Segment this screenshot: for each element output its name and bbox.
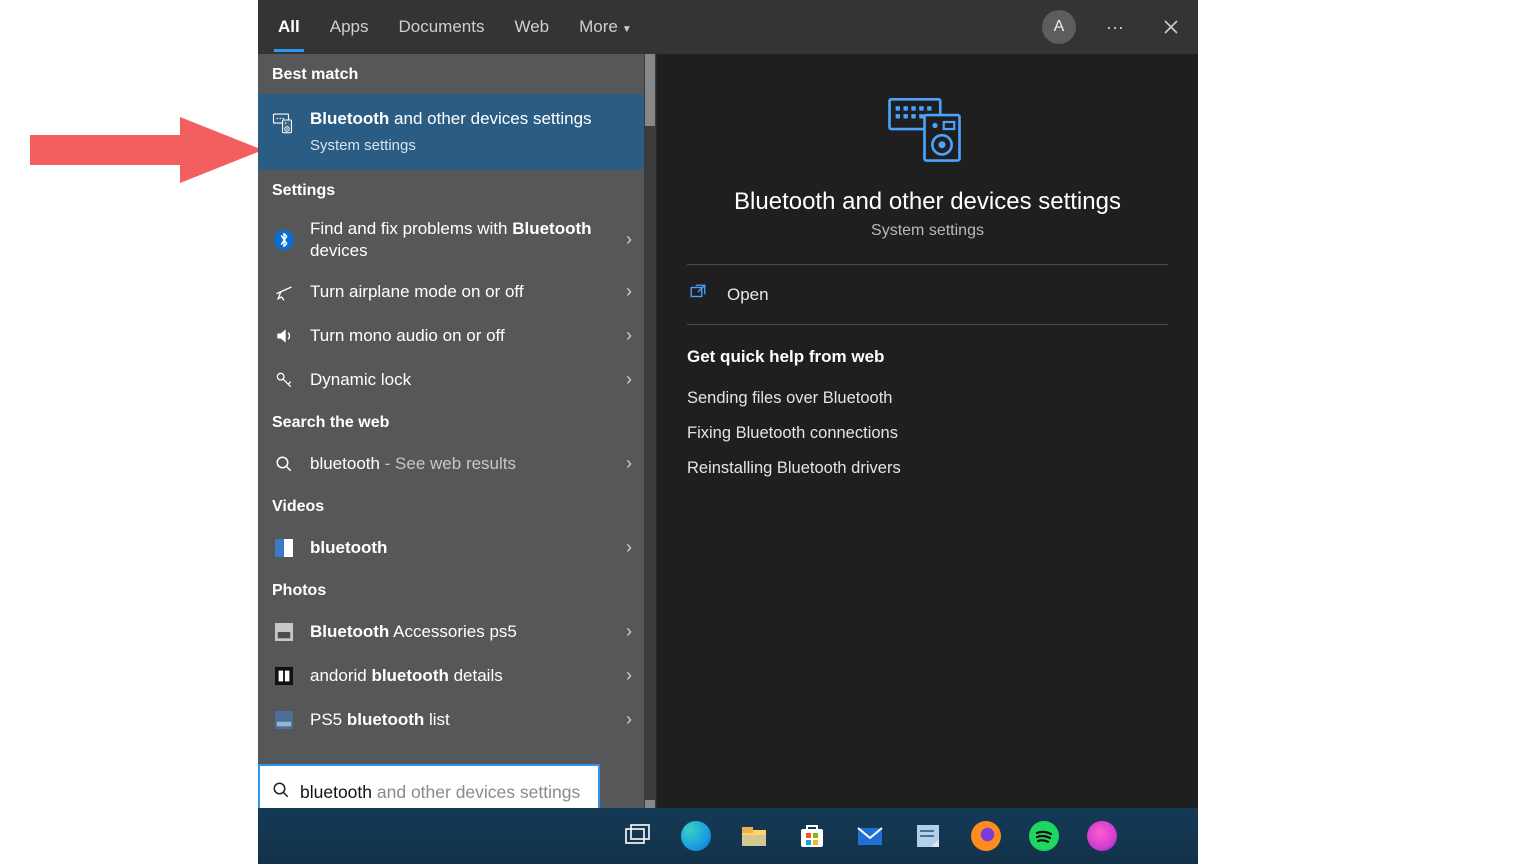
tab-more-label: More — [579, 17, 618, 36]
best-match-subtitle: System settings — [310, 136, 642, 156]
video-result-label: bluetooth — [310, 537, 612, 559]
chevron-right-icon: › — [626, 369, 642, 390]
settings-item-bt-troubleshoot[interactable]: Find and fix problems with Bluetooth dev… — [258, 210, 656, 270]
search-icon — [272, 455, 296, 473]
taskbar-ms-store[interactable] — [792, 816, 832, 856]
chevron-right-icon: › — [626, 537, 642, 558]
settings-item-label: Turn airplane mode on or off — [310, 281, 612, 303]
preview-subtitle: System settings — [687, 222, 1168, 240]
photo-thumb-icon — [272, 623, 296, 641]
taskbar-firefox[interactable] — [966, 816, 1006, 856]
chevron-right-icon: › — [626, 665, 642, 686]
preview-title: Bluetooth and other devices settings — [687, 188, 1168, 216]
taskbar-sticky-notes[interactable] — [908, 816, 948, 856]
chevron-right-icon: › — [626, 709, 642, 730]
airplane-icon — [272, 282, 296, 302]
help-link[interactable]: Fixing Bluetooth connections — [687, 416, 1168, 451]
photo-thumb-icon — [272, 711, 296, 729]
settings-item-airplane[interactable]: Turn airplane mode on or off › — [258, 270, 656, 314]
open-label: Open — [727, 285, 769, 305]
photo-thumb-icon — [272, 667, 296, 685]
settings-item-label: Turn mono audio on or off — [310, 325, 612, 347]
taskbar-file-explorer[interactable] — [734, 816, 774, 856]
taskbar-mail[interactable] — [850, 816, 890, 856]
speaker-icon — [272, 326, 296, 346]
section-photos: Photos — [258, 570, 656, 610]
video-result-item[interactable]: bluetooth › — [258, 526, 656, 570]
section-best-match: Best match — [258, 54, 656, 94]
results-scrollbar[interactable] — [644, 54, 656, 820]
preview-pane: Bluetooth and other devices settings Sys… — [656, 54, 1198, 820]
photo-result-label: andorid bluetooth details — [310, 665, 612, 687]
photo-result-item[interactable]: PS5 bluetooth list › — [258, 698, 656, 742]
search-tabbar: All Apps Documents Web More ▼ A ··· — [258, 0, 1198, 54]
photo-result-item[interactable]: Bluetooth Accessories ps5 › — [258, 610, 656, 654]
settings-item-dynamic-lock[interactable]: Dynamic lock › — [258, 358, 656, 402]
close-icon — [1163, 19, 1179, 35]
photo-result-item[interactable]: andorid bluetooth details › — [258, 654, 656, 698]
chevron-right-icon: › — [626, 621, 642, 642]
open-action[interactable]: Open — [687, 265, 1168, 324]
search-window: All Apps Documents Web More ▼ A ··· Best … — [258, 0, 1198, 820]
taskbar — [258, 808, 1198, 864]
user-avatar[interactable]: A — [1042, 10, 1076, 44]
annotation-arrow-icon — [30, 115, 265, 185]
chevron-right-icon: › — [626, 453, 642, 474]
more-options-button[interactable]: ··· — [1098, 10, 1132, 44]
chevron-right-icon: › — [626, 229, 642, 250]
web-result-item[interactable]: bluetooth - See web results › — [258, 442, 656, 486]
search-ghost-text: and other devices settings — [372, 782, 580, 802]
devices-settings-icon — [272, 110, 296, 136]
chevron-right-icon: › — [626, 325, 642, 346]
settings-item-mono-audio[interactable]: Turn mono audio on or off › — [258, 314, 656, 358]
preview-devices-icon — [687, 94, 1168, 164]
settings-item-label: Find and fix problems with Bluetooth dev… — [310, 218, 612, 262]
section-search-web: Search the web — [258, 402, 656, 442]
photo-result-label: Bluetooth Accessories ps5 — [310, 621, 612, 643]
search-typed-text: bluetooth — [300, 782, 372, 802]
key-icon — [272, 370, 296, 390]
photo-result-label: PS5 bluetooth list — [310, 709, 612, 731]
search-text: bluetooth and other devices settings — [300, 782, 580, 802]
results-pane: Best match Bluetooth and other devices s… — [258, 54, 656, 820]
help-link[interactable]: Reinstalling Bluetooth drivers — [687, 451, 1168, 486]
section-settings: Settings — [258, 170, 656, 210]
tab-web[interactable]: Web — [510, 5, 553, 49]
best-match-title-rest: and other devices settings — [389, 109, 591, 128]
tab-all[interactable]: All — [274, 5, 304, 49]
help-link[interactable]: Sending files over Bluetooth — [687, 381, 1168, 416]
taskbar-task-view[interactable] — [618, 816, 658, 856]
settings-item-label: Dynamic lock — [310, 369, 612, 391]
taskbar-edge[interactable] — [676, 816, 716, 856]
search-icon — [272, 781, 290, 804]
web-result-label: bluetooth - See web results — [310, 453, 612, 475]
tab-more[interactable]: More ▼ — [575, 5, 636, 49]
section-videos: Videos — [258, 486, 656, 526]
best-match-title-bold: Bluetooth — [310, 109, 389, 128]
help-header: Get quick help from web — [687, 347, 1168, 367]
divider — [687, 324, 1168, 325]
best-match-label: Bluetooth and other devices settings Sys… — [310, 108, 642, 156]
close-button[interactable] — [1154, 10, 1188, 44]
chevron-down-icon: ▼ — [622, 24, 632, 35]
chevron-right-icon: › — [626, 281, 642, 302]
video-thumb-icon — [272, 539, 296, 557]
taskbar-app[interactable] — [1082, 816, 1122, 856]
best-match-item[interactable]: Bluetooth and other devices settings Sys… — [258, 94, 656, 170]
tab-apps[interactable]: Apps — [326, 5, 373, 49]
bluetooth-icon — [272, 229, 296, 251]
tab-documents[interactable]: Documents — [394, 5, 488, 49]
open-icon — [689, 283, 709, 306]
taskbar-spotify[interactable] — [1024, 816, 1064, 856]
